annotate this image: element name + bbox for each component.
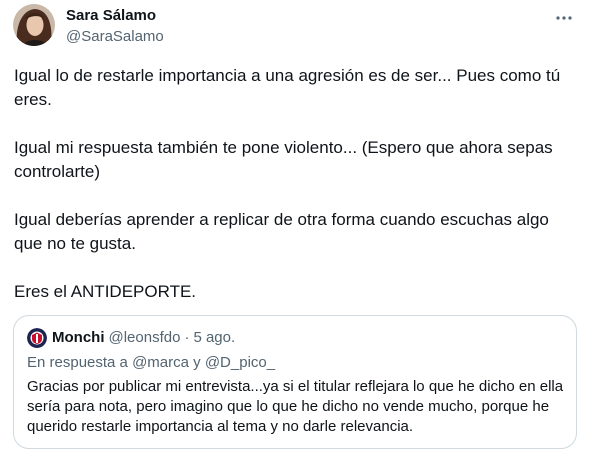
reply-mention-marca[interactable]: @marca <box>132 354 189 371</box>
quoted-author-name[interactable]: Monchi <box>52 328 105 348</box>
quoted-tweet-header: Monchi @leonsfdo · 5 ago. <box>27 328 235 348</box>
quoted-author-avatar[interactable] <box>27 328 47 348</box>
tweet-paragraph: Eres el ANTIDEPORTE. <box>14 282 197 301</box>
author-handle[interactable]: @SaraSalamo <box>66 28 164 46</box>
reply-context-prefix: En respuesta a <box>27 354 128 371</box>
quoted-tweet-date[interactable]: 5 ago. <box>193 328 235 348</box>
tweet: Sara Sálamo @SaraSalamo Igual lo de rest… <box>0 0 590 454</box>
quoted-tweet-text: Gracias por publicar mi entrevista...ya … <box>27 378 564 435</box>
tweet-text: Igual lo de restarle importancia a una a… <box>14 64 574 328</box>
meta-separator: · <box>184 329 190 346</box>
author-info[interactable]: Sara Sálamo @SaraSalamo <box>66 7 164 46</box>
reply-mention-d-pico[interactable]: @D_pico_ <box>205 354 275 371</box>
more-button[interactable] <box>552 6 576 30</box>
author-display-name[interactable]: Sara Sálamo <box>66 7 164 25</box>
tweet-paragraph: Igual lo de restarle importancia a una a… <box>14 66 561 109</box>
author-avatar[interactable] <box>13 4 55 46</box>
quoted-author-handle[interactable]: @leonsfdo <box>109 328 181 348</box>
reply-context-joiner: y <box>193 354 201 371</box>
more-horizontal-icon <box>556 16 572 20</box>
reply-context: En respuesta a @marca y @D_pico_ <box>27 353 275 373</box>
tweet-paragraph: Igual deberías aprender a replicar de ot… <box>14 210 549 253</box>
quoted-tweet[interactable]: Monchi @leonsfdo · 5 ago. En respuesta a… <box>13 315 577 449</box>
tweet-paragraph: Igual mi respuesta también te pone viole… <box>14 138 553 181</box>
author-avatar-image <box>13 4 55 46</box>
